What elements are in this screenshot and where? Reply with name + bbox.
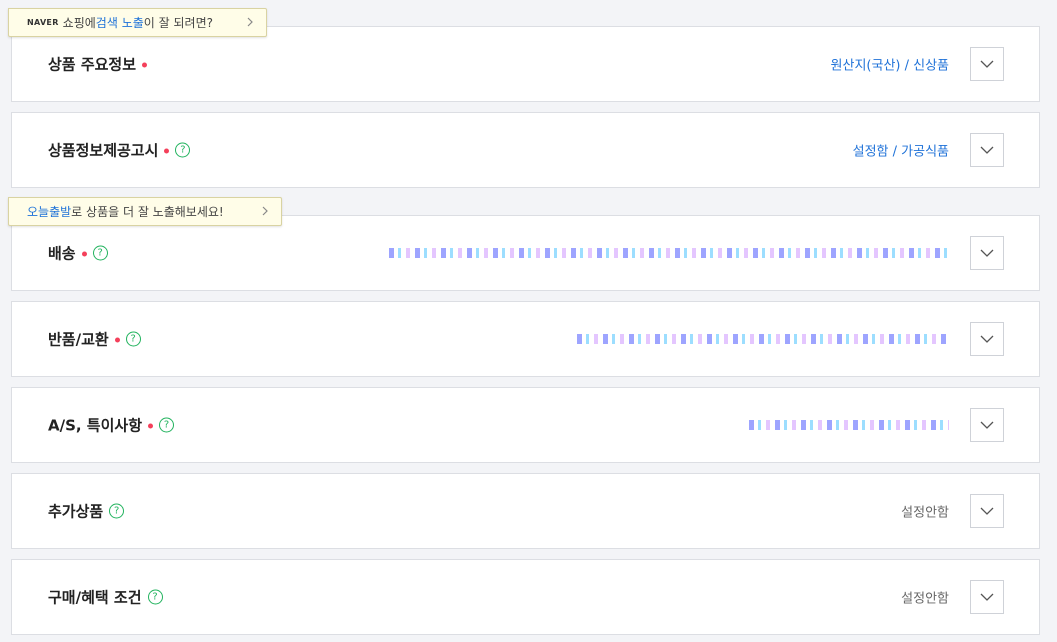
section-title: 추가상품 ?: [48, 501, 125, 522]
section-title: 구매/혜택 조건 ?: [48, 587, 163, 608]
section-addon-products[interactable]: 추가상품 ? 설정안함: [11, 473, 1040, 549]
section-title-text: 상품정보제공고시: [48, 141, 159, 160]
chevron-down-icon: [980, 507, 994, 515]
question-icon[interactable]: ?: [92, 245, 108, 261]
section-title: 상품 주요정보: [48, 54, 148, 75]
chevron-right-icon: [262, 206, 268, 216]
required-dot: [81, 251, 87, 256]
chevron-down-icon: [980, 335, 994, 343]
tooltip-highlight: 검색 노출: [95, 16, 144, 30]
question-icon[interactable]: ?: [147, 589, 163, 605]
section-product-notice[interactable]: 상품정보제공고시 ? 설정함 / 가공식품: [11, 112, 1040, 188]
section-summary[interactable]: 설정함 / 가공식품: [853, 141, 949, 160]
section-title: A/S, 특이사항 ?: [48, 415, 175, 436]
chevron-down-icon: [980, 249, 994, 257]
section-delivery[interactable]: 배송 ?: [11, 215, 1040, 291]
tooltip-highlight: 오늘출발: [27, 205, 72, 219]
section-title: 반품/교환 ?: [48, 329, 141, 350]
expand-toggle-button[interactable]: [970, 580, 1004, 614]
required-dot: [164, 148, 170, 153]
today-shipping-tooltip[interactable]: 오늘출발 로 상품을 더 잘 노출해보세요!: [8, 197, 282, 226]
section-title-text: 반품/교환: [48, 330, 109, 349]
section-summary: 설정안함: [901, 505, 949, 521]
section-summary[interactable]: 원산지(국산) / 신상품: [831, 55, 949, 74]
expand-toggle-button[interactable]: [970, 236, 1004, 270]
redacted-summary: [389, 248, 949, 258]
section-title: 배송 ?: [48, 243, 108, 264]
tooltip-text: 이 잘 되려면?: [143, 16, 213, 30]
required-dot: [114, 337, 120, 342]
redacted-summary: [577, 334, 949, 344]
section-title-text: 구매/혜택 조건: [48, 588, 142, 607]
required-dot: [142, 62, 148, 67]
required-dot: [148, 423, 154, 428]
section-title-text: 추가상품: [48, 502, 104, 521]
section-as-notes[interactable]: A/S, 특이사항 ?: [11, 387, 1040, 463]
section-title-text: 배송: [48, 244, 76, 263]
expand-toggle-button[interactable]: [970, 47, 1004, 81]
section-title-text: 상품 주요정보: [48, 55, 137, 74]
question-icon[interactable]: ?: [109, 503, 125, 519]
chevron-right-icon: [247, 17, 253, 27]
chevron-down-icon: [980, 421, 994, 429]
redacted-summary: [749, 420, 949, 430]
chevron-down-icon: [980, 146, 994, 154]
section-purchase-benefits[interactable]: 구매/혜택 조건 ? 설정안함: [11, 559, 1040, 635]
expand-toggle-button[interactable]: [970, 408, 1004, 442]
tooltip-text: 로 상품을 더 잘 노출해보세요!: [71, 205, 224, 219]
search-exposure-tooltip[interactable]: NAVER 쇼핑에 검색 노출 이 잘 되려면?: [8, 8, 267, 37]
question-icon[interactable]: ?: [175, 142, 191, 158]
expand-toggle-button[interactable]: [970, 133, 1004, 167]
section-summary: 설정안함: [901, 591, 949, 607]
question-icon[interactable]: ?: [125, 331, 141, 347]
tooltip-text: 쇼핑에: [62, 16, 96, 30]
question-icon[interactable]: ?: [159, 417, 175, 433]
section-title: 상품정보제공고시 ?: [48, 140, 191, 161]
expand-toggle-button[interactable]: [970, 494, 1004, 528]
section-title-text: A/S, 특이사항: [48, 416, 143, 435]
chevron-down-icon: [980, 60, 994, 68]
expand-toggle-button[interactable]: [970, 322, 1004, 356]
chevron-down-icon: [980, 593, 994, 601]
section-main-info[interactable]: 상품 주요정보 원산지(국산) / 신상품: [11, 26, 1040, 102]
section-return-exchange[interactable]: 반품/교환 ?: [11, 301, 1040, 377]
naver-logo: NAVER: [27, 18, 59, 27]
